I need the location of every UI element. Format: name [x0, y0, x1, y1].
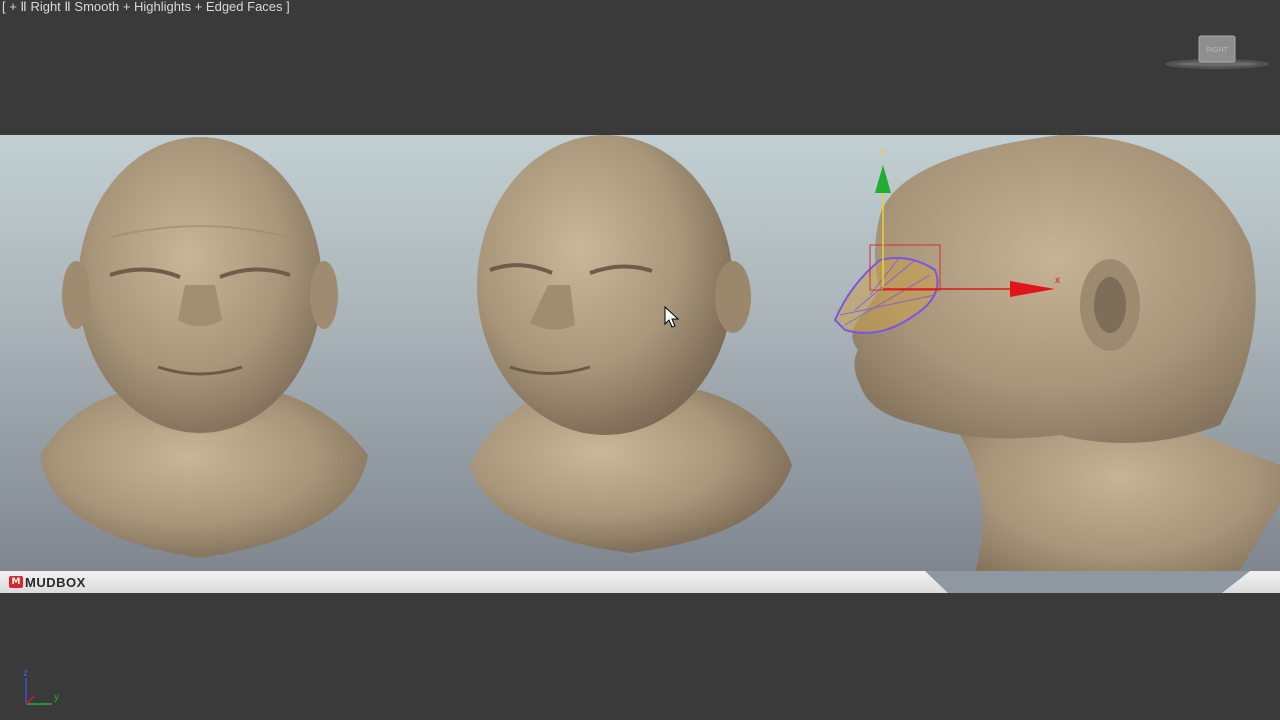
mudbox-banner [0, 571, 1280, 593]
head-side-view[interactable] [852, 135, 1280, 587]
head-front-view[interactable] [40, 137, 368, 558]
3d-viewport-scene[interactable]: y x M MUDBOX [0, 135, 1280, 593]
axis-y-label: y [54, 692, 59, 703]
gizmo-y-label: y [880, 147, 885, 158]
viewport-label[interactable]: [ + Ⅱ Right Ⅱ Smooth + Highlights + Edge… [2, 0, 290, 14]
axis-tripod-icon: z y [23, 668, 59, 705]
mudbox-logo-text: MUDBOX [25, 574, 86, 590]
head-three-quarter-view[interactable] [470, 135, 792, 553]
arrow-cursor-icon [664, 306, 680, 328]
mudbox-logo-mark: M [9, 576, 23, 588]
gizmo-x-label: x [1055, 275, 1060, 286]
mudbox-logo: M MUDBOX [9, 574, 86, 590]
axis-z-label: z [23, 668, 28, 679]
viewcube-face-label: RIGHT [1206, 47, 1229, 54]
viewcube-icon[interactable]: RIGHT [1165, 34, 1270, 72]
